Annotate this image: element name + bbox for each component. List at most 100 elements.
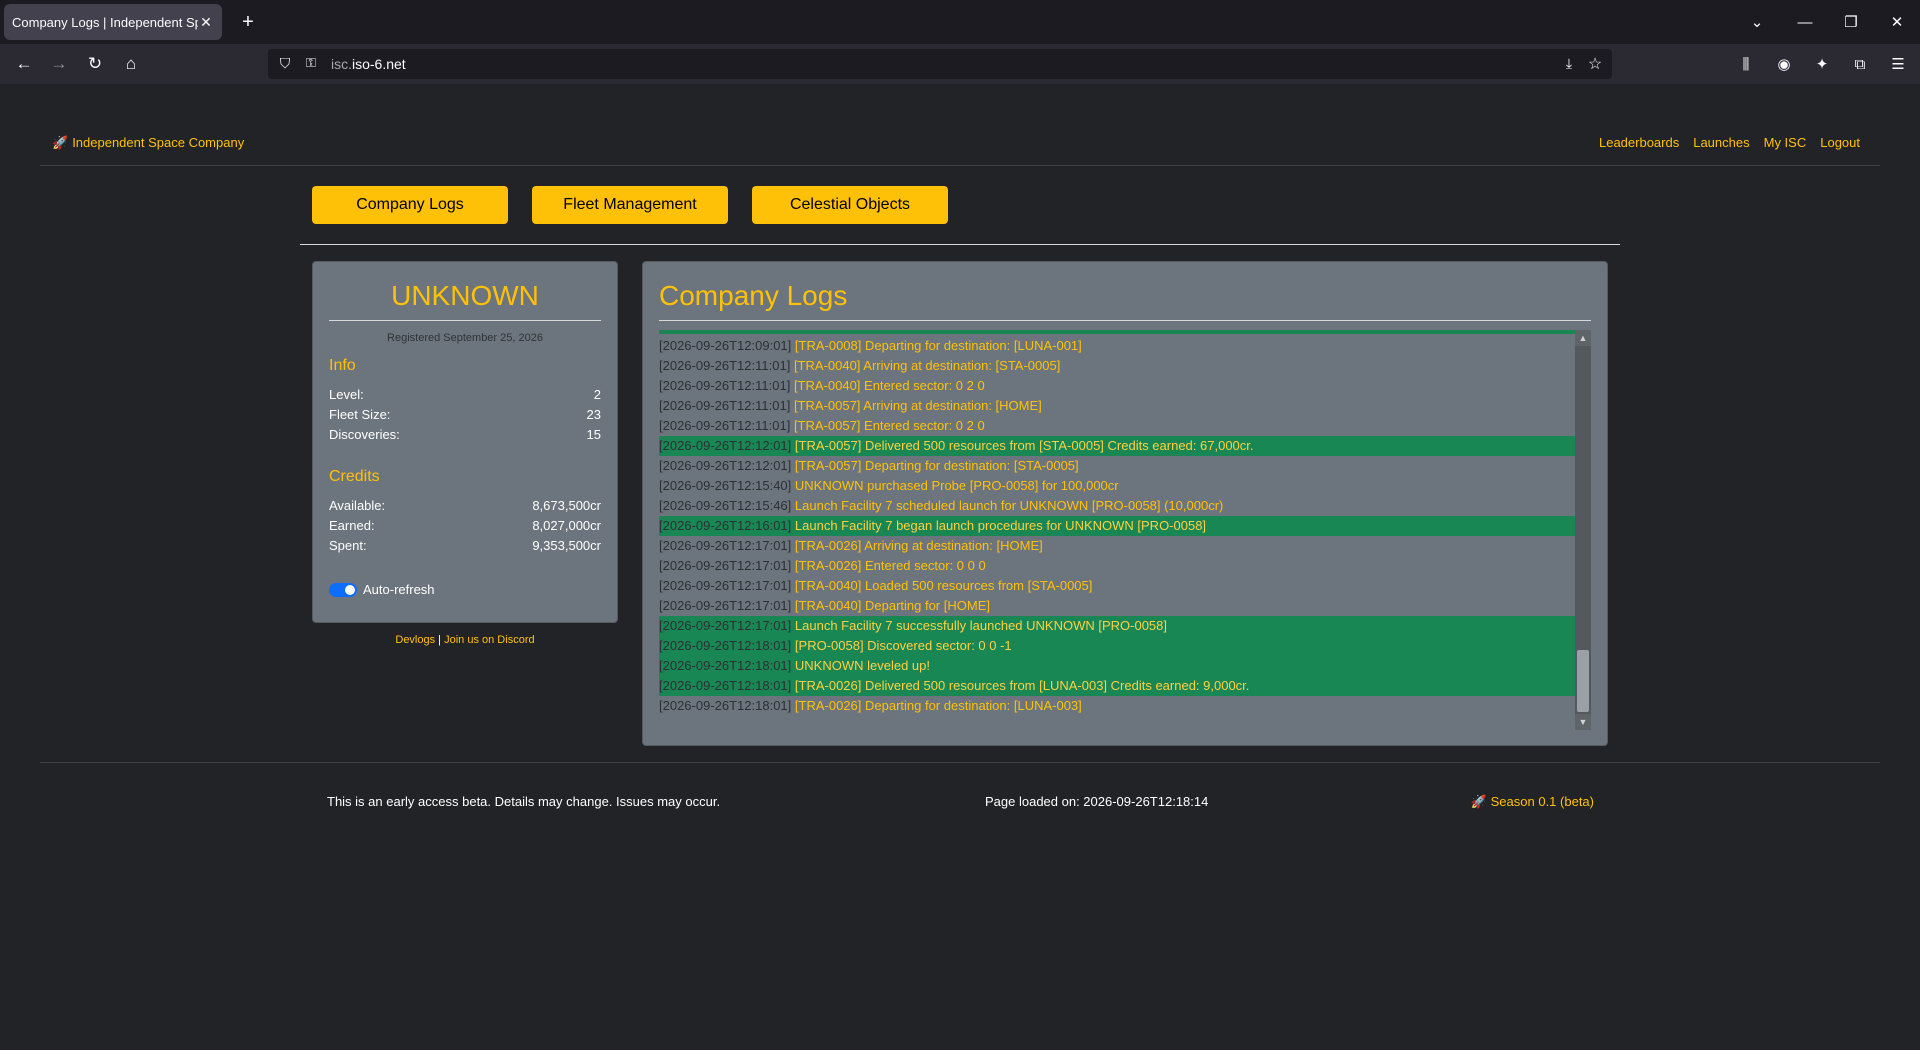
credits-row-available: Available: 8,673,500cr [329, 498, 601, 513]
my-isc-link[interactable]: My ISC [1764, 135, 1807, 150]
log-message: UNKNOWN leveled up! [794, 658, 931, 673]
tab-close-icon[interactable]: ✕ [198, 14, 214, 31]
spent-value: 9,353,500cr [532, 538, 601, 553]
log-timestamp: [2026-09-26T12:09:01] [659, 338, 792, 353]
toggle-knob [345, 584, 355, 595]
url-text[interactable]: isc.iso-6.net [331, 56, 406, 72]
logout-link[interactable]: Logout [1820, 135, 1860, 150]
season-link[interactable]: 🚀 Season 0.1 (beta) [1471, 794, 1594, 810]
earned-value: 8,027,000cr [532, 518, 601, 533]
community-links: Devlogs | Join us on Discord [312, 634, 618, 646]
log-scrollbar[interactable]: ▲ ▼ [1575, 330, 1591, 730]
top-nav: Leaderboards Launches My ISC Logout [1599, 135, 1860, 150]
tab-title: Company Logs | Independent Space Company [12, 14, 198, 30]
link-separator: | [435, 634, 445, 646]
tracking-protection-icon[interactable]: ⛉ [276, 55, 294, 73]
log-timestamp: [2026-09-26T12:18:01] [659, 638, 792, 653]
log-message: [TRA-0026] Entered sector: 0 0 0 [794, 558, 986, 573]
log-message: [TRA-0026] Arriving at destination: [HOM… [794, 538, 1043, 553]
home-icon[interactable]: ⌂ [119, 52, 143, 76]
log-entry: [2026-09-26T12:18:01] [TRA-0026] Departi… [659, 696, 1575, 716]
save-to-pocket-icon[interactable]: ⤓ [1560, 55, 1578, 73]
site-permissions-icon[interactable]: ⚿ [302, 55, 320, 73]
logs-title: Company Logs [659, 280, 848, 311]
log-message: [TRA-0026] Delivered 500 resources from … [794, 678, 1250, 693]
log-scroll-area[interactable]: [2026-09-26T12:09:01] [TRA-0008] Departi… [659, 330, 1591, 730]
log-message: [PRO-0058] Discovered sector: 0 0 -1 [794, 638, 1012, 653]
menu-icon[interactable]: ☰ [1886, 52, 1910, 76]
browser-toolbar: ⫼ ◉ ✦ ⧉ ☰ [1734, 52, 1910, 76]
library-icon[interactable]: ⫼ [1734, 52, 1758, 76]
company-logs-button[interactable]: Company Logs [312, 186, 508, 224]
extensions-icon[interactable]: ⧉ [1848, 52, 1872, 76]
log-entry: [2026-09-26T12:15:40] UNKNOWN purchased … [659, 476, 1575, 496]
restore-icon[interactable]: ❐ [1828, 0, 1874, 44]
log-row-partial [659, 330, 1575, 334]
extension-badge-icon[interactable]: ✦ [1810, 52, 1834, 76]
new-tab-icon[interactable]: + [236, 10, 260, 34]
site-header: 🚀 Independent Space Company Leaderboards … [40, 132, 1880, 166]
toggle-switch[interactable] [329, 582, 357, 597]
window-controls: ⌄ — ❐ ✕ [1732, 0, 1920, 44]
divider [659, 320, 1591, 321]
log-entry: [2026-09-26T12:12:01] [TRA-0057] Deliver… [659, 436, 1575, 456]
log-entry: [2026-09-26T12:16:01] Launch Facility 7 … [659, 516, 1575, 536]
celestial-objects-button[interactable]: Celestial Objects [752, 186, 948, 224]
log-timestamp: [2026-09-26T12:12:01] [659, 438, 792, 453]
earned-label: Earned: [329, 518, 375, 533]
browser-tab-bar: Company Logs | Independent Space Company… [0, 0, 1920, 44]
page-loaded-time: Page loaded on: 2026-09-26T12:18:14 [985, 794, 1209, 809]
company-profile-card: UNKNOWN Registered September 25, 2026 In… [312, 261, 618, 623]
scroll-thumb[interactable] [1577, 650, 1589, 712]
info-row-discoveries: Discoveries: 15 [329, 427, 601, 442]
browser-tab[interactable]: Company Logs | Independent Space Company… [4, 4, 222, 40]
launches-link[interactable]: Launches [1693, 135, 1749, 150]
log-message: [TRA-0008] Departing for destination: [L… [794, 338, 1082, 353]
log-message: [TRA-0040] Loaded 500 resources from [ST… [794, 578, 1093, 593]
leaderboards-link[interactable]: Leaderboards [1599, 135, 1679, 150]
devlogs-link[interactable]: Devlogs [395, 634, 435, 646]
info-heading: Info [329, 357, 356, 374]
log-message: [TRA-0057] Entered sector: 0 2 0 [793, 418, 985, 433]
registered-date: Registered September 25, 2026 [387, 332, 543, 344]
log-timestamp: [2026-09-26T12:16:01] [659, 518, 792, 533]
available-label: Available: [329, 498, 386, 513]
fleet-size-label: Fleet Size: [329, 407, 391, 422]
scroll-down-icon[interactable]: ▼ [1575, 714, 1591, 730]
close-window-icon[interactable]: ✕ [1874, 0, 1920, 44]
log-timestamp: [2026-09-26T12:11:01] [659, 398, 791, 413]
log-timestamp: [2026-09-26T12:17:01] [659, 558, 792, 573]
credits-row-earned: Earned: 8,027,000cr [329, 518, 601, 533]
reload-icon[interactable]: ↻ [83, 52, 107, 76]
fleet-management-button[interactable]: Fleet Management [532, 186, 728, 224]
info-row-level: Level: 2 [329, 387, 601, 402]
brand-link[interactable]: 🚀 Independent Space Company [52, 135, 244, 151]
log-timestamp: [2026-09-26T12:12:01] [659, 458, 792, 473]
discord-link[interactable]: Join us on Discord [444, 634, 535, 646]
url-domain: iso-6.net [352, 56, 406, 72]
available-value: 8,673,500cr [532, 498, 601, 513]
url-bar[interactable]: ⛉ ⚿ isc.iso-6.net ⤓ ☆ [268, 49, 1612, 79]
log-timestamp: [2026-09-26T12:15:40] [659, 478, 792, 493]
log-entry: [2026-09-26T12:11:01] [TRA-0057] Entered… [659, 416, 1575, 436]
discoveries-value: 15 [586, 427, 601, 442]
rocket-icon: 🚀 [52, 135, 69, 150]
forward-icon[interactable]: → [47, 52, 71, 76]
minimize-icon[interactable]: — [1782, 0, 1828, 44]
log-entry: [2026-09-26T12:09:01] [TRA-0008] Departi… [659, 336, 1575, 356]
fleet-size-value: 23 [586, 407, 601, 422]
scroll-up-icon[interactable]: ▲ [1575, 330, 1591, 346]
log-message: Launch Facility 7 successfully launched … [794, 618, 1167, 633]
auto-refresh-toggle[interactable]: Auto-refresh [329, 582, 435, 597]
bookmark-star-icon[interactable]: ☆ [1586, 54, 1604, 73]
log-message: UNKNOWN purchased Probe [PRO-0058] for 1… [794, 478, 1119, 493]
list-all-tabs-icon[interactable]: ⌄ [1732, 0, 1782, 44]
account-icon[interactable]: ◉ [1772, 52, 1796, 76]
log-entry: [2026-09-26T12:11:01] [TRA-0040] Entered… [659, 376, 1575, 396]
log-timestamp: [2026-09-26T12:18:01] [659, 658, 792, 673]
log-entry: [2026-09-26T12:17:01] Launch Facility 7 … [659, 616, 1575, 636]
browser-nav-bar: ← → ↻ ⌂ ⛉ ⚿ isc.iso-6.net ⤓ ☆ ⫼ ◉ ✦ ⧉ ☰ [0, 44, 1920, 84]
back-icon[interactable]: ← [12, 52, 36, 76]
log-message: [TRA-0057] Delivered 500 resources from … [794, 438, 1254, 453]
discoveries-label: Discoveries: [329, 427, 400, 442]
